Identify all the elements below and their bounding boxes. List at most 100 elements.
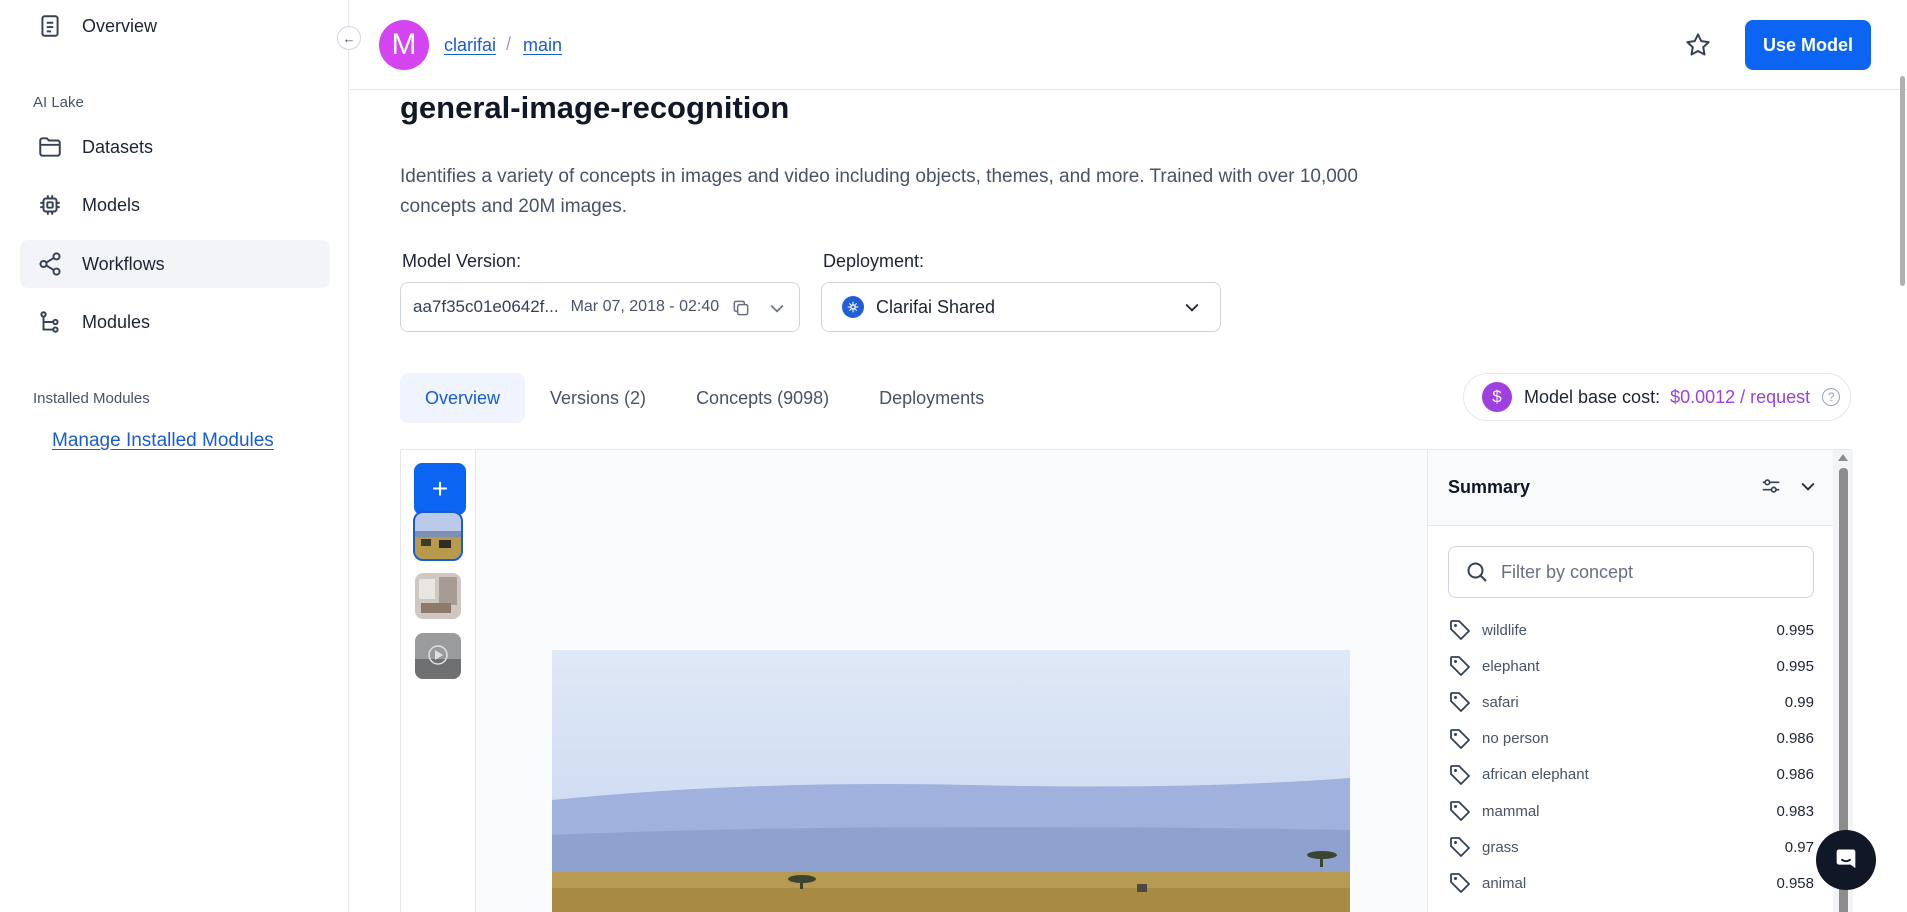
sidebar-item-label: Datasets [82,136,154,157]
concept-row[interactable]: safari 0.99 [1448,684,1814,720]
star-icon [1686,33,1710,56]
deployment-label: Deployment: [823,251,925,271]
concept-score: 0.99 [1784,693,1814,711]
summary-header: Summary [1428,450,1833,526]
sidebar-item-label: Workflows [82,253,165,274]
dollar-icon: $ [1482,382,1512,412]
concept-row[interactable]: elephant 0.995 [1448,648,1814,684]
preview-image[interactable] [552,650,1350,912]
app-root: Overview AI Lake Datasets Models Workflo… [0,0,1907,912]
help-icon[interactable]: ? [1822,388,1841,406]
model-tabs: Overview Versions (2) Concepts (9098) De… [400,373,1009,423]
safari-landscape-image [552,650,1350,912]
chat-support-button[interactable] [1816,830,1876,890]
manage-installed-modules-link[interactable]: Manage Installed Modules [52,430,274,452]
concept-name: animal [1482,874,1527,892]
chevron-down-icon [770,304,784,313]
tag-icon [1450,656,1470,677]
concept-name: elephant [1482,657,1540,675]
tag-icon [1450,764,1470,785]
collapse-sidebar-button[interactable]: ← [337,26,361,50]
concept-row[interactable]: no person 0.986 [1448,721,1814,757]
chevron-down-icon[interactable] [1798,476,1818,496]
page-title: general-image-recognition [400,90,790,125]
concept-score: 0.986 [1776,730,1814,748]
hierarchy-icon [36,308,64,336]
image-preview-area [476,450,1427,912]
sidebar-item-datasets[interactable]: Datasets [20,123,330,171]
top-bar: M clarifai / main Use Model [350,0,1907,90]
tag-icon [1450,692,1470,713]
model-version-label: Model Version: [402,251,522,271]
main-content: general-image-recognition Identifies a v… [350,90,1907,912]
tab-versions[interactable]: Versions (2) [525,373,671,423]
sidebar: Overview AI Lake Datasets Models Workflo… [0,0,349,912]
add-input-button[interactable]: + [414,463,466,515]
breadcrumb-separator: / [506,34,512,54]
avatar[interactable]: M [379,20,429,70]
sidebar-item-overview[interactable]: Overview [20,2,330,50]
concept-name: no person [1482,730,1549,748]
star-button[interactable] [1683,30,1713,60]
concept-name: safari [1482,693,1519,711]
filter-concept-field[interactable] [1448,546,1814,598]
tab-overview[interactable]: Overview [400,373,526,423]
concept-list: wildlife 0.995 elephant 0.995 safari 0.99 no p… [1448,612,1814,902]
model-description: Identifies a variety of concepts in imag… [400,166,1358,217]
input-thumbnail[interactable] [413,511,463,561]
kubernetes-icon [842,296,864,318]
sidebar-item-workflows[interactable]: Workflows [20,240,330,288]
tag-icon [1450,728,1470,749]
use-model-button[interactable]: Use Model [1745,20,1871,70]
copy-icon[interactable] [731,298,751,318]
input-thumbnail[interactable] [415,573,461,619]
concept-row[interactable]: grass 0.97 [1448,829,1814,865]
chip-icon [36,191,64,219]
filter-concept-input[interactable] [1501,561,1801,583]
concept-name: african elephant [1482,766,1589,784]
share-nodes-icon [36,250,64,278]
tag-icon [1450,837,1470,858]
model-cost-badge: $ Model base cost: $0.0012 / request ? [1463,373,1851,421]
breadcrumb-user-link[interactable]: clarifai [444,35,496,56]
cost-value: $0.0012 / request [1670,386,1811,407]
sliders-icon[interactable] [1760,475,1782,497]
chevron-down-icon [1185,303,1199,312]
sidebar-item-label: Models [82,194,141,215]
tab-deployments[interactable]: Deployments [854,373,1009,423]
sidebar-item-modules[interactable]: Modules [20,298,330,346]
tab-concepts[interactable]: Concepts (9098) [671,373,854,423]
section-label-ai-lake: AI Lake [33,94,84,111]
deployment-select[interactable]: Clarifai Shared [821,282,1221,332]
summary-panel: Summary wildlife 0.995 elephant 0.995 [1427,450,1833,912]
concept-row[interactable]: mammal 0.983 [1448,793,1814,829]
concept-row[interactable]: wildlife 0.995 [1448,612,1814,648]
version-date: Mar 07, 2018 - 02:40 [570,298,720,315]
concept-name: grass [1482,838,1519,856]
section-label-installed-modules: Installed Modules [33,390,150,407]
safari-thumbnail-image [415,513,461,559]
tag-icon [1450,873,1470,894]
sidebar-item-models[interactable]: Models [20,181,330,229]
concept-score: 0.983 [1776,802,1814,820]
breadcrumb-app-link[interactable]: main [523,35,562,56]
interior-thumbnail-image [415,573,461,619]
arrow-left-icon: ← [342,30,356,46]
tag-icon [1450,620,1470,640]
model-version-select[interactable]: aa7f35c01e0642f... Mar 07, 2018 - 02:40 [400,282,800,332]
chat-icon [1836,849,1856,869]
concept-row[interactable]: animal 0.958 [1448,865,1814,901]
scroll-up-icon[interactable] [1838,454,1848,461]
page-scrollbar-thumb[interactable] [1900,76,1905,286]
summary-title: Summary [1448,477,1531,497]
sidebar-item-label: Overview [82,15,158,36]
sidebar-item-label: Modules [82,311,151,332]
cost-label: Model base cost: [1524,386,1661,407]
concept-row[interactable]: african elephant 0.986 [1448,757,1814,793]
model-playground: + Summary Filter by concept wildlife 0.9… [400,449,1853,912]
version-id: aa7f35c01e0642f... [413,297,559,316]
input-thumbnail[interactable] [415,633,461,679]
concept-score: 0.986 [1776,766,1814,784]
concept-score: 0.958 [1776,874,1814,892]
search-icon [1467,562,1487,582]
